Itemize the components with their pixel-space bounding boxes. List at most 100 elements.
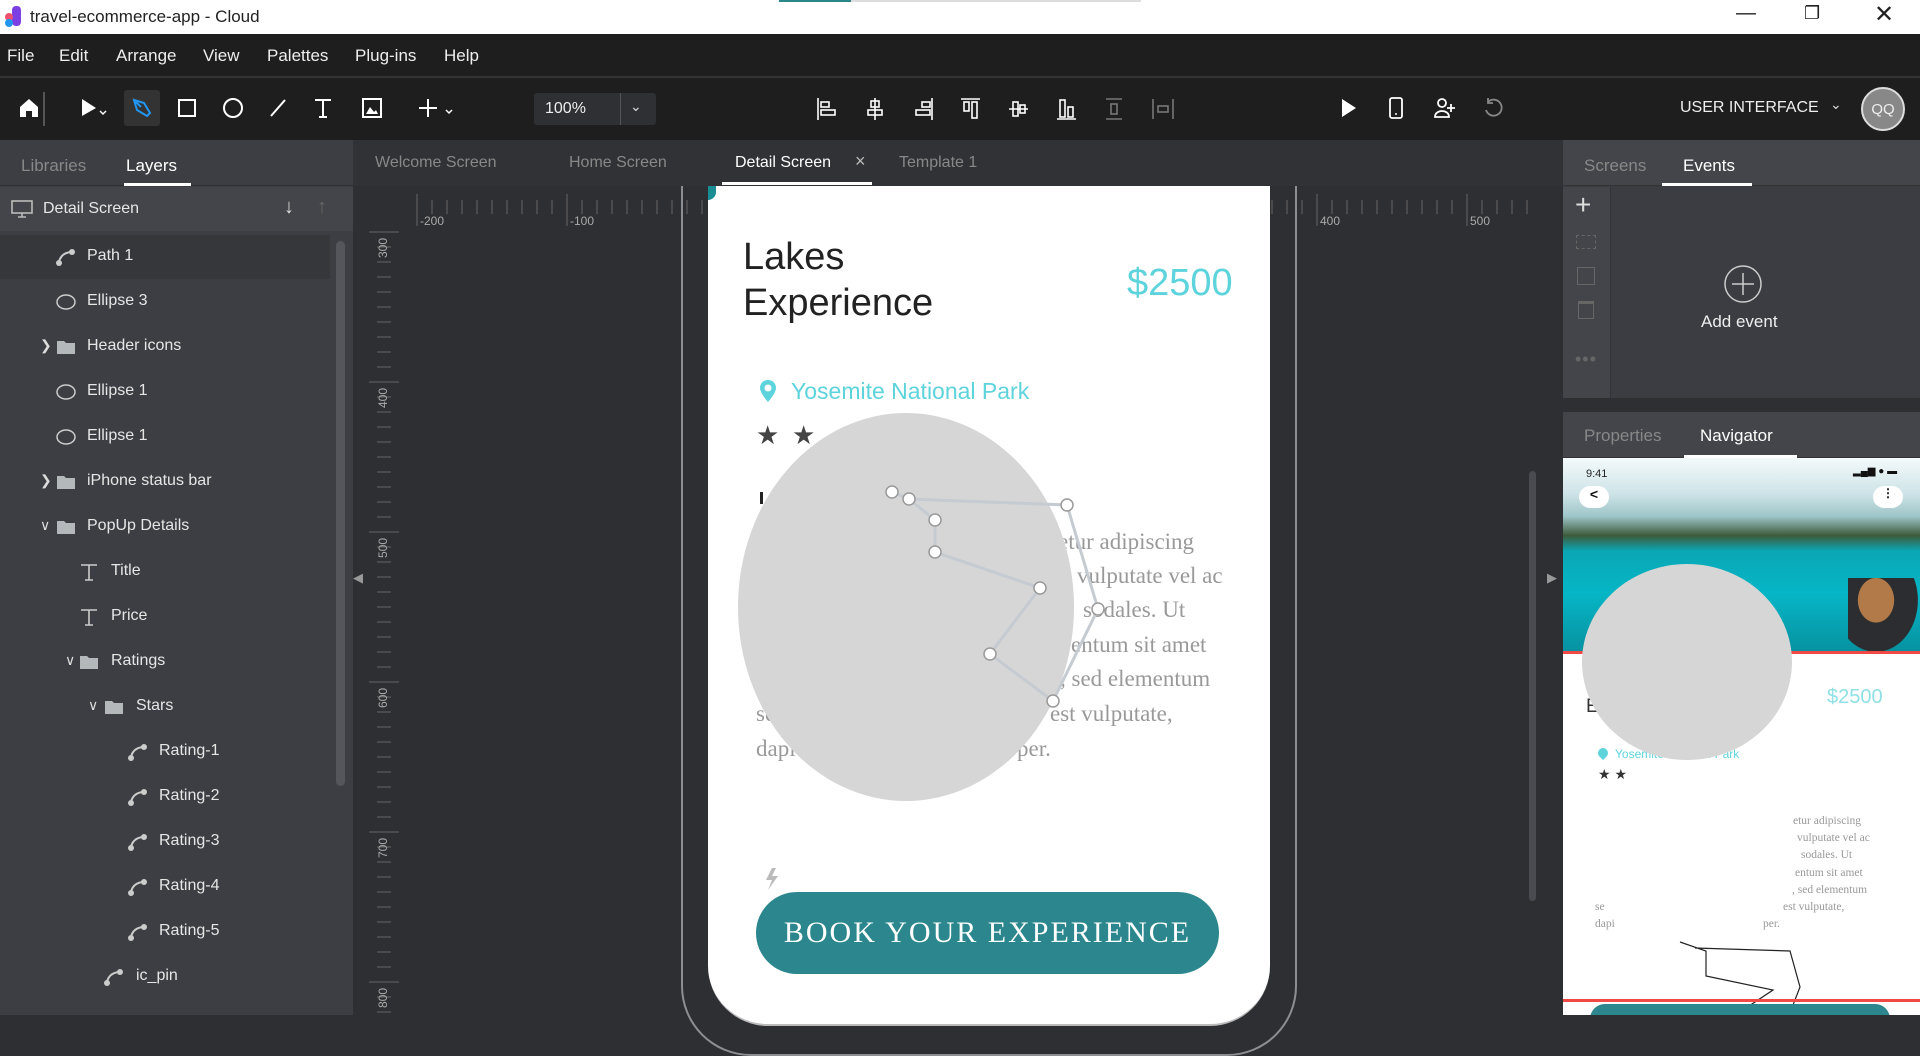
layer-label: Title (111, 562, 141, 579)
close-tab-icon[interactable]: × (855, 151, 866, 172)
layer-label: Rating-2 (159, 787, 220, 804)
layer-popup-details[interactable]: ∨ PopUp Details (0, 505, 330, 549)
ellipse-tool[interactable] (217, 92, 249, 124)
screen-header: Detail Screen ↓ ↑ (0, 187, 353, 231)
chevron-right-icon[interactable]: ❯ (40, 472, 52, 489)
menu-arrange[interactable]: Arrange (116, 46, 176, 66)
chevron-down-icon[interactable]: ∨ (40, 517, 50, 534)
chevron-down-icon: ⌄ (630, 98, 642, 114)
add-tool[interactable] (410, 92, 462, 124)
layer-iphone-status-bar[interactable]: ❯ iPhone status bar (0, 460, 330, 504)
layer-stars[interactable]: ∨ Stars (0, 685, 330, 729)
align-right-icon (915, 98, 933, 120)
select-tool[interactable] (72, 92, 116, 124)
add-event-icon[interactable] (1723, 264, 1763, 304)
chevron-down-icon[interactable]: ∨ (88, 697, 98, 714)
move-up-button[interactable]: ↑ (317, 196, 327, 219)
layer-rating-2[interactable]: Rating-2 (0, 775, 330, 819)
layer-label: PopUp Details (87, 517, 190, 534)
ruler-label: 400 (1320, 214, 1340, 228)
layer-ellipse-3[interactable]: Ellipse 3 (0, 280, 330, 324)
tab-detail-screen[interactable]: Detail Screen (735, 154, 831, 172)
active-tab-indicator (722, 182, 872, 185)
share-user-button[interactable] (1429, 92, 1461, 124)
zoom-select[interactable]: 100% ⌄ (534, 93, 656, 125)
chevron-right-icon[interactable]: ❯ (40, 337, 52, 354)
text-tool[interactable] (307, 92, 339, 124)
path-icon (55, 247, 77, 267)
loading-bar (779, 0, 1141, 2)
align-bottom-icon (1057, 99, 1076, 120)
minimize-button[interactable]: — (1736, 2, 1756, 25)
nav-overlay (1582, 564, 1801, 1015)
rectangle-tool[interactable] (171, 92, 203, 124)
detail-screen-artboard: Lakes Experience $2500 Yosemite National… (708, 186, 1270, 1026)
device-preview-button[interactable] (1380, 92, 1412, 124)
lightning-icon[interactable] (766, 868, 778, 890)
panel-tabs: Libraries Layers (0, 140, 353, 186)
menu-file[interactable]: File (7, 46, 34, 66)
restore-button[interactable]: ❐ (1804, 3, 1820, 24)
layer-title[interactable]: Title (0, 550, 330, 594)
chevron-down-icon[interactable]: ∨ (65, 652, 75, 669)
menu-help[interactable]: Help (444, 46, 479, 66)
menu-palettes[interactable]: Palettes (267, 46, 328, 66)
align-toolbar[interactable] (814, 96, 1178, 122)
layers-panel: Libraries Layers Detail Screen ↓ ↑ Path … (0, 140, 353, 1015)
pen-tool[interactable] (124, 90, 160, 126)
tab-events[interactable]: Events (1683, 156, 1735, 176)
layer-ellipse-1[interactable]: Ellipse 1 (0, 415, 330, 459)
image-tool[interactable] (356, 92, 388, 124)
tab-welcome-screen[interactable]: Welcome Screen (375, 154, 497, 172)
layer-rating-1[interactable]: Rating-1 (0, 730, 330, 774)
menu-view[interactable]: View (203, 46, 240, 66)
close-button[interactable]: ✕ (1874, 0, 1894, 29)
layer-path-1[interactable]: Path 1 (0, 235, 330, 279)
preview-button[interactable] (1332, 92, 1364, 124)
layer-rating-3[interactable]: Rating-3 (0, 820, 330, 864)
layer-label: Rating-4 (159, 877, 220, 894)
line-tool[interactable] (262, 92, 294, 124)
tab-home-screen[interactable]: Home Screen (569, 154, 667, 172)
vertical-ruler: 300 400 500 600 700 800 (369, 231, 399, 1013)
more-icon[interactable]: ••• (1575, 349, 1597, 370)
duplicate-icon[interactable] (1576, 235, 1596, 249)
tab-libraries[interactable]: Libraries (21, 156, 86, 176)
right-panel: Screens Events + ••• Add event Propertie… (1563, 140, 1920, 1015)
layer-label: ic_pin (136, 967, 178, 984)
tab-template-1[interactable]: Template 1 (899, 154, 977, 172)
collapse-right-icon[interactable]: ▶ (1547, 570, 1557, 586)
tab-screens[interactable]: Screens (1584, 156, 1646, 176)
trash-icon[interactable] (1578, 301, 1594, 319)
tab-navigator[interactable]: Navigator (1700, 426, 1773, 446)
layers-scrollbar[interactable] (336, 241, 345, 786)
ellipse-3[interactable] (738, 413, 1074, 801)
layer-price[interactable]: Price (0, 595, 330, 639)
paste-icon[interactable] (1577, 267, 1595, 285)
layer-rating-5[interactable]: Rating-5 (0, 910, 330, 954)
layer-rating-4[interactable]: Rating-4 (0, 865, 330, 909)
avatar[interactable]: QQ (1861, 87, 1905, 131)
book-experience-button[interactable]: BOOK YOUR EXPERIENCE (756, 892, 1219, 974)
canvas-scrollbar[interactable] (1529, 471, 1536, 901)
tab-properties[interactable]: Properties (1584, 426, 1661, 446)
tab-layers[interactable]: Layers (126, 156, 177, 176)
layer-ratings[interactable]: ∨ Ratings (0, 640, 330, 684)
ellipse-icon (55, 292, 77, 312)
menu-edit[interactable]: Edit (59, 46, 88, 66)
layer-ellipse-1[interactable]: Ellipse 1 (0, 370, 330, 414)
layer-label: iPhone status bar (87, 472, 212, 489)
collapse-left-icon[interactable]: ◀ (353, 570, 363, 586)
menu-plugins[interactable]: Plug-ins (355, 46, 416, 66)
add-event-label[interactable]: Add event (1701, 312, 1778, 332)
layer-ic-pin[interactable]: ic_pin (0, 955, 330, 999)
navigator-preview[interactable]: 9:41 ▂▄▆ ● ▬ < ⋮ Lakes Experience $2500 … (1563, 458, 1920, 1015)
add-icon[interactable]: + (1575, 189, 1591, 221)
workspace-select[interactable]: USER INTERFACE (1680, 99, 1819, 117)
home-button[interactable] (13, 92, 45, 124)
selection-line (1563, 999, 1920, 1002)
move-down-button[interactable]: ↓ (284, 196, 294, 219)
layer-header-icons[interactable]: ❯ Header icons (0, 325, 330, 369)
align-middle-icon (1009, 101, 1028, 117)
undo-button[interactable] (1477, 92, 1509, 124)
